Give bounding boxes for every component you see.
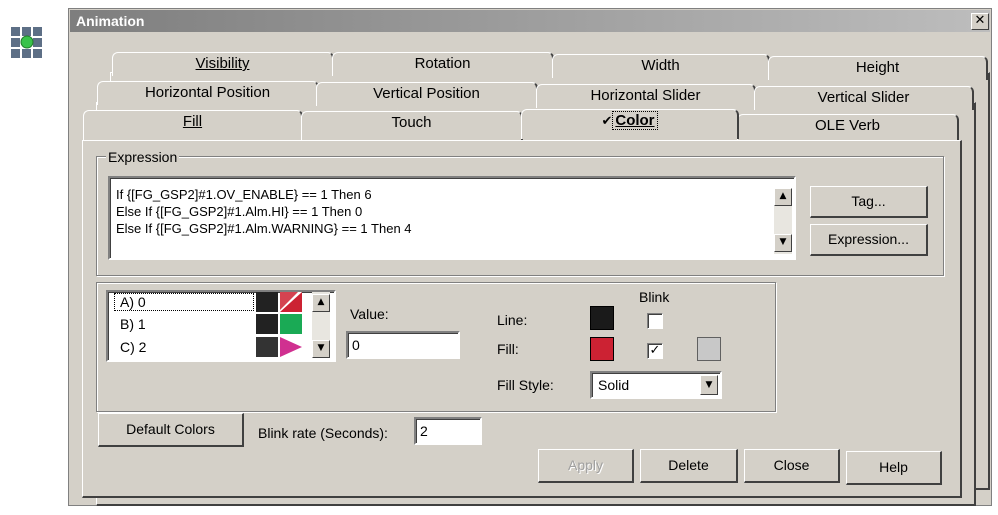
value-input[interactable]: 0 xyxy=(346,331,460,359)
tab-vertical-position[interactable]: Vertical Position xyxy=(316,82,538,106)
blink-rate-input[interactable]: 2 xyxy=(414,417,482,445)
tab-visibility[interactable]: Visibility xyxy=(112,52,334,76)
blink-header: Blink xyxy=(639,289,670,305)
fill-color-diagonal-icon xyxy=(280,292,302,312)
list-item[interactable]: A) 0 xyxy=(110,292,316,312)
list-item-label: B) 1 xyxy=(120,316,146,332)
tab-width[interactable]: Width xyxy=(552,54,770,78)
fill-blink-checkbox[interactable]: ✓ xyxy=(647,343,663,359)
expression-line: Else If {[FG_GSP2]#1.Alm.HI} == 1 Then 0 xyxy=(116,204,363,219)
list-scroll-down-button[interactable]: ▼ xyxy=(312,340,330,358)
scroll-down-button[interactable]: ▼ xyxy=(774,234,792,252)
tag-button[interactable]: Tag... xyxy=(810,186,928,218)
list-scroll-up-button[interactable]: ▲ xyxy=(312,294,330,312)
close-icon: ✕ xyxy=(974,13,986,28)
tab-horizontal-slider[interactable]: Horizontal Slider xyxy=(536,84,756,108)
default-colors-button[interactable]: Default Colors xyxy=(98,413,244,447)
help-button[interactable]: Help xyxy=(846,451,942,485)
dialog-title: Animation xyxy=(70,10,990,32)
check-icon: ✔ xyxy=(601,114,613,129)
tab-fill[interactable]: Fill xyxy=(83,110,303,140)
apply-button[interactable]: Apply xyxy=(538,449,634,483)
fill-style-value: Solid xyxy=(598,377,630,393)
expression-group-label: Expression xyxy=(106,149,180,165)
fill-color-swatch xyxy=(280,314,302,334)
chevron-down-icon[interactable]: ▼ xyxy=(700,375,718,395)
blink-rate-label: Blink rate (Seconds): xyxy=(258,425,388,441)
tab-horizontal-position[interactable]: Horizontal Position xyxy=(97,81,319,105)
line-blink-checkbox[interactable] xyxy=(647,313,663,329)
scroll-up-button[interactable]: ▲ xyxy=(774,188,792,206)
line-color-swatch xyxy=(256,314,278,334)
expression-button[interactable]: Expression... xyxy=(810,224,928,256)
expression-line: If {[FG_GSP2]#1.OV_ENABLE} == 1 Then 6 xyxy=(116,187,372,202)
list-item[interactable]: C) 2 xyxy=(110,337,316,357)
delete-button[interactable]: Delete xyxy=(640,449,738,483)
expression-textarea[interactable]: If {[FG_GSP2]#1.OV_ENABLE} == 1 Then 6 E… xyxy=(108,176,796,260)
tab-vertical-slider[interactable]: Vertical Slider xyxy=(754,86,974,110)
fill-blink-color-button[interactable] xyxy=(697,337,721,361)
line-color-swatch xyxy=(256,292,278,312)
value-label: Value: xyxy=(350,306,389,322)
expression-line: Else If {[FG_GSP2]#1.Alm.WARNING} == 1 T… xyxy=(116,221,412,236)
tab-rotation[interactable]: Rotation xyxy=(332,52,554,76)
close-window-button[interactable]: ✕ xyxy=(971,13,989,30)
tab-touch[interactable]: Touch xyxy=(301,111,523,140)
tab-ole-verb[interactable]: OLE Verb xyxy=(737,114,959,140)
tab-color[interactable]: ✔ Color xyxy=(521,109,739,139)
tab-height[interactable]: Height xyxy=(768,56,988,80)
list-item-label: C) 2 xyxy=(120,339,147,355)
line-color-button[interactable] xyxy=(590,306,614,330)
line-label: Line: xyxy=(497,312,528,328)
close-button[interactable]: Close xyxy=(744,449,840,483)
list-item[interactable]: B) 1 xyxy=(110,314,316,334)
fill-color-triangle-icon xyxy=(280,337,302,357)
fill-style-label: Fill Style: xyxy=(497,377,554,393)
fill-label: Fill: xyxy=(497,341,519,357)
grid-tag-icon[interactable] xyxy=(10,25,44,61)
list-item-label: A) 0 xyxy=(120,294,146,310)
line-color-swatch xyxy=(256,337,278,357)
fill-color-button[interactable] xyxy=(590,337,614,361)
